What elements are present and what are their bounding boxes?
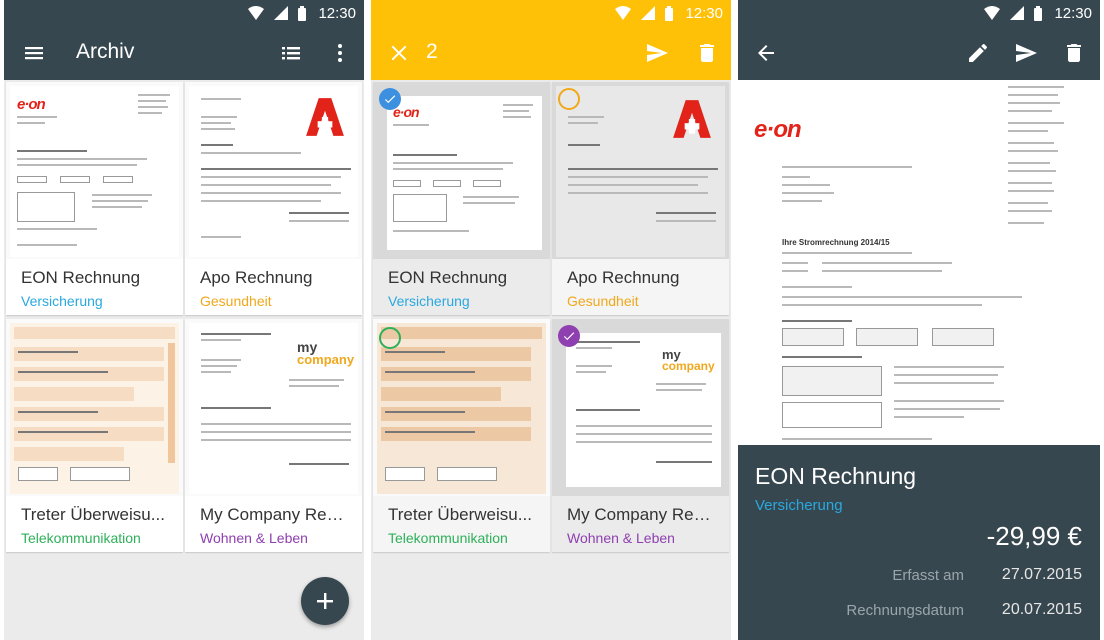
document-title: EON Rechnung [388,268,508,287]
document-grid: e·on EON Rechnung Versicherung Apo Rechn… [371,80,731,640]
rechnungsdatum-value: 20.07.2015 [1001,601,1082,618]
document-thumbnail [185,82,362,259]
document-title: EON Rechnung [21,268,141,287]
add-icon [317,593,333,609]
wifi-icon [248,6,264,20]
mycompany-logo: my company [297,339,355,367]
document-title: Treter Überweisu... [21,505,165,524]
document-details-panel: EON Rechnung Versicherung -29,99 € Erfas… [738,445,1100,640]
delete-icon[interactable] [1060,39,1088,67]
selection-ring[interactable] [558,88,580,110]
document-preview[interactable]: e·on Ihre Stromrechnung 2014/15 [738,80,1100,445]
menu-icon[interactable] [20,39,48,67]
rechnungsdatum-label: Rechnungsdatum [846,602,964,619]
delete-icon[interactable] [693,39,721,67]
document-title: Treter Überweisu... [388,505,532,524]
detail-screen: 12:30 e·on Ihre Stromrechnung 2014/15 EO… [738,0,1100,640]
add-document-button[interactable] [301,577,349,625]
arrow-back-icon[interactable] [752,39,780,67]
edit-icon[interactable] [964,39,992,67]
erfasst-label: Erfasst am [892,567,964,584]
wifi-icon [615,6,631,20]
eon-logo: e·on [17,96,46,113]
page-title: Archiv [76,40,135,63]
send-icon[interactable] [1012,39,1040,67]
document-grid: e·on EON Rechnung Versicherung Apo Rechn… [4,80,364,640]
signal-icon [641,6,655,20]
detail-category[interactable]: Versicherung [755,497,843,514]
eon-logo: e·on [754,116,802,143]
document-card-apo[interactable]: Apo Rechnung Gesundheit [185,82,362,315]
more-vert-icon[interactable] [326,39,354,67]
document-thumbnail: e·on [6,82,183,259]
selection-bar: 2 [371,26,731,80]
mycompany-logo: my company [662,347,715,373]
pharmacy-logo-icon [306,98,344,136]
document-card-eon[interactable]: e·on EON Rechnung Versicherung [6,82,183,315]
document-category: Versicherung [21,293,103,309]
document-title: Apo Rechnung [200,268,313,287]
document-title: My Company Rec... [567,505,714,524]
selected-checkmark[interactable] [558,325,580,347]
document-thumbnail [6,319,183,496]
detail-amount: -29,99 € [986,521,1082,551]
document-category: Versicherung [388,293,470,309]
erfasst-value: 27.07.2015 [1001,566,1082,583]
status-bar: 12:30 [4,0,364,26]
document-thumbnail: e·on [373,82,550,259]
document-card-treter[interactable]: Treter Überweisu... Telekommunikation [373,319,550,552]
status-bar: 12:30 [371,0,731,26]
app-bar: Archiv [4,26,364,80]
bill-heading: Ihre Stromrechnung 2014/15 [782,238,890,247]
selection-ring[interactable] [379,327,401,349]
clock: 12:30 [1054,5,1092,22]
document-category: Wohnen & Leben [567,530,675,546]
document-title: My Company Rec... [200,505,347,524]
selected-checkmark[interactable] [379,88,401,110]
document-category: Telekommunikation [388,530,508,546]
document-category: Gesundheit [200,293,272,309]
archive-screen: 12:30 Archiv e·on EON Rechnung Versicher… [4,0,364,640]
document-title: Apo Rechnung [567,268,680,287]
document-thumbnail [552,82,729,259]
document-card-apo[interactable]: Apo Rechnung Gesundheit [552,82,729,315]
detail-title: EON Rechnung [755,463,917,489]
detail-app-bar [738,26,1100,80]
status-bar: 12:30 [738,0,1100,26]
document-card-eon[interactable]: e·on EON Rechnung Versicherung [373,82,550,315]
rechnungsdatum-row: Rechnungsdatum 20.07.2015 [738,600,1082,622]
battery-icon [665,5,673,21]
document-thumbnail: my company [552,319,729,496]
document-category: Gesundheit [567,293,639,309]
send-icon[interactable] [643,39,671,67]
document-category: Wohnen & Leben [200,530,308,546]
battery-icon [1034,5,1042,21]
selection-count: 2 [426,40,438,63]
document-card-treter[interactable]: Treter Überweisu... Telekommunikation [6,319,183,552]
clock: 12:30 [318,5,356,22]
check-icon [563,332,575,341]
clock: 12:30 [685,5,723,22]
erfasst-row: Erfasst am 27.07.2015 [738,565,1082,587]
document-card-mycompany[interactable]: my company My Company Rec... Wohnen & Le… [552,319,729,552]
close-icon[interactable] [385,39,413,67]
wifi-icon [984,6,1000,20]
check-icon [384,95,396,104]
pharmacy-logo-icon [673,100,711,138]
document-thumbnail [373,319,550,496]
document-card-mycompany[interactable]: my company My Company Rec... Wohnen & Le… [185,319,362,552]
signal-icon [1010,6,1024,20]
document-thumbnail: my company [185,319,362,496]
list-view-icon[interactable] [277,39,305,67]
signal-icon [274,6,288,20]
selection-screen: 12:30 2 e·on EON Rechnung Versicherung A… [371,0,731,640]
battery-icon [298,5,306,21]
document-category: Telekommunikation [21,530,141,546]
